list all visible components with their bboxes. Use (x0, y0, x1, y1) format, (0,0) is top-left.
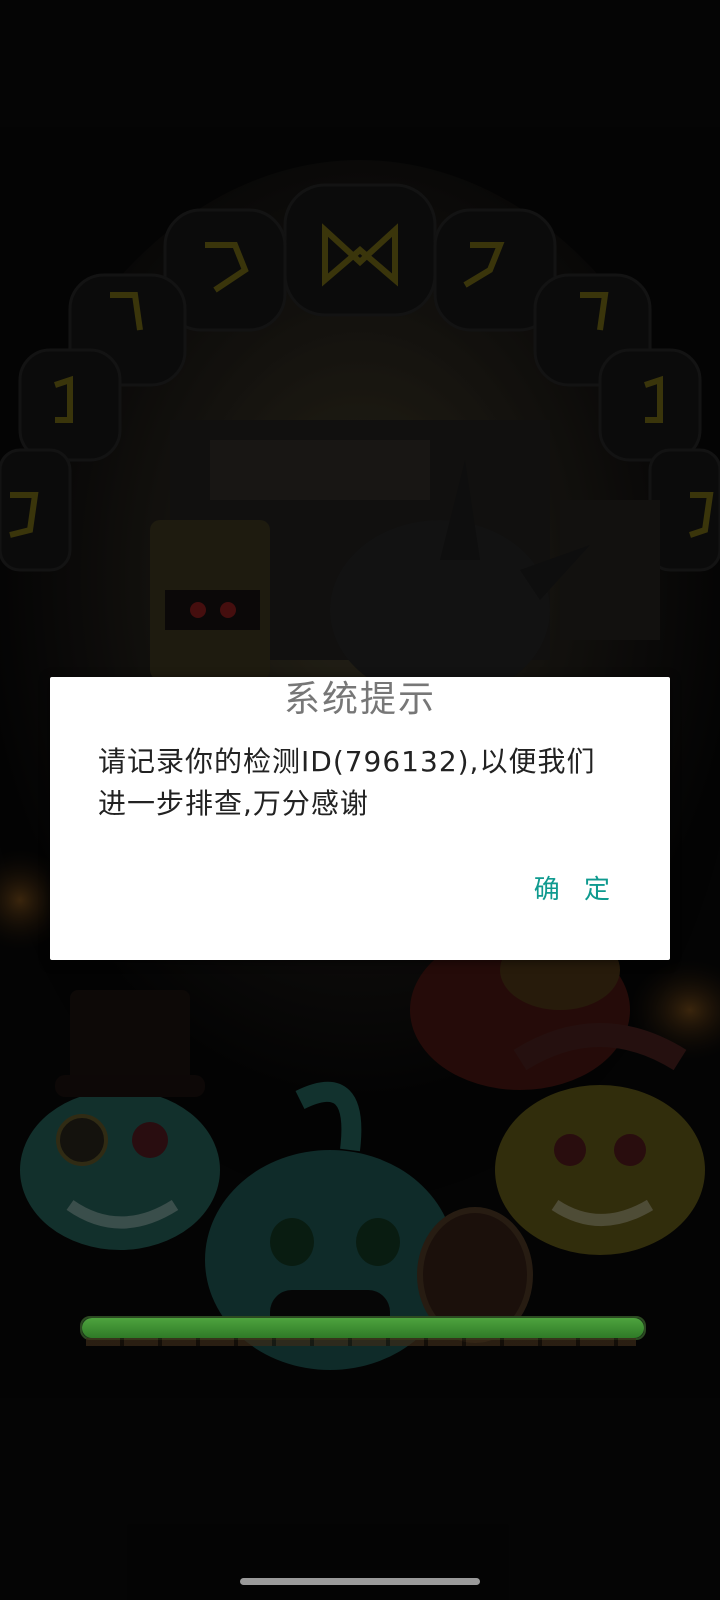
loading-progress-fill (82, 1318, 644, 1338)
confirm-button[interactable]: 确 定 (534, 872, 618, 908)
dialog-title: 系统提示 (283, 679, 436, 720)
system-alert-dialog: 系统提示 请记录你的检测ID(796132),以便我们进一步排查,万分感谢 确 … (50, 677, 670, 960)
gesture-navigation-handle[interactable] (240, 1578, 480, 1585)
app-screen: 系统提示 请记录你的检测ID(796132),以便我们进一步排查,万分感谢 确 … (0, 0, 720, 1600)
loading-progress-bar (80, 1316, 646, 1340)
dialog-message: 请记录你的检测ID(796132),以便我们进一步排查,万分感谢 (98, 745, 596, 820)
loading-bar-decoration (86, 1338, 636, 1346)
